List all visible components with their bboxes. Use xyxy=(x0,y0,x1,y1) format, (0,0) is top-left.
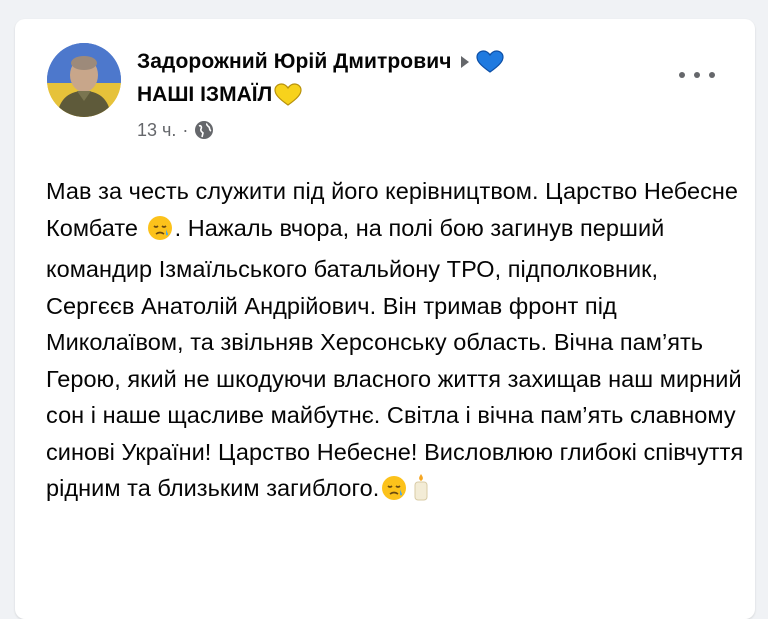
post-card: Задорожний Юрій Дмитрович НАШІ ІЗМАЇЛ 13… xyxy=(15,19,755,619)
post-header: Задорожний Юрій Дмитрович НАШІ ІЗМАЇЛ 13… xyxy=(137,45,657,143)
dot-icon xyxy=(679,72,685,78)
post-body-text: Мав за честь служити під його керівництв… xyxy=(46,173,746,512)
more-options-icon[interactable] xyxy=(679,63,715,87)
dot-icon xyxy=(709,72,715,78)
globe-icon[interactable] xyxy=(194,120,214,140)
candle-emoji xyxy=(411,473,431,512)
author-name[interactable]: Задорожний Юрій Дмитрович xyxy=(137,50,452,74)
author-line: Задорожний Юрій Дмитрович xyxy=(137,45,657,79)
yellow-heart-icon xyxy=(274,83,302,107)
post-text-part-2: . Нажаль вчора, на полі бою загинув перш… xyxy=(46,214,744,502)
blue-heart-icon xyxy=(475,50,504,74)
avatar-photo xyxy=(47,43,121,117)
crying-face-emoji xyxy=(147,215,173,252)
post-meta: 13 ч. · xyxy=(137,117,657,143)
crying-face-emoji xyxy=(381,475,407,512)
dot-icon xyxy=(694,72,700,78)
timestamp[interactable]: 13 ч. xyxy=(137,120,176,141)
post-body: Мав за честь служити під його керівництв… xyxy=(46,173,746,512)
caret-right-icon xyxy=(460,56,469,68)
group-line: НАШІ ІЗМАЇЛ xyxy=(137,79,657,111)
meta-separator: · xyxy=(182,119,189,140)
author-avatar[interactable] xyxy=(47,43,121,117)
group-name[interactable]: НАШІ ІЗМАЇЛ xyxy=(137,83,272,107)
